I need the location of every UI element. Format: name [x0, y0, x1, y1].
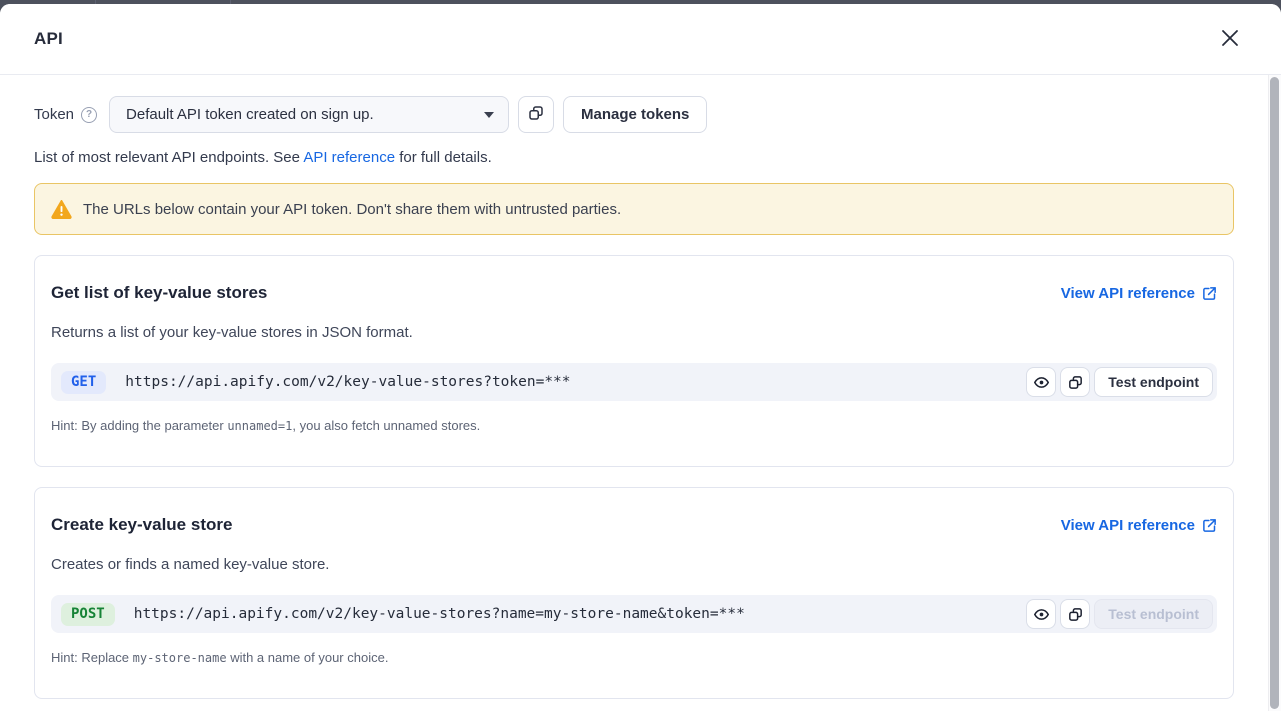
view-api-reference-link[interactable]: View API reference	[1061, 285, 1217, 302]
eye-icon	[1033, 606, 1050, 623]
token-row: Token ? Default API token created on sig…	[34, 96, 1234, 133]
intro-after: for full details.	[395, 149, 492, 166]
hint-prefix: Hint: Replace	[51, 650, 133, 665]
modal-title: API	[34, 29, 63, 49]
hint-prefix: Hint: By adding the parameter	[51, 418, 227, 433]
api-reference-link[interactable]: API reference	[303, 149, 395, 166]
manage-tokens-button[interactable]: Manage tokens	[563, 96, 707, 133]
warning-text: The URLs below contain your API token. D…	[83, 201, 621, 218]
method-badge: GET	[61, 371, 106, 394]
card-head: Create key-value store View API referenc…	[51, 515, 1217, 535]
eye-icon	[1033, 374, 1050, 391]
copy-icon	[1067, 606, 1084, 623]
test-endpoint-button[interactable]: Test endpoint	[1094, 599, 1213, 629]
close-icon	[1221, 29, 1239, 50]
chevron-down-icon	[484, 112, 494, 118]
copy-icon	[1067, 374, 1084, 391]
hint-suffix: , you also fetch unnamed stores.	[292, 418, 480, 433]
view-api-reference-label: View API reference	[1061, 517, 1195, 534]
scrollbar-track[interactable]	[1268, 75, 1281, 711]
hint-suffix: with a name of your choice.	[227, 650, 389, 665]
view-api-reference-link[interactable]: View API reference	[1061, 517, 1217, 534]
endpoint-card-get-list: Get list of key-value stores View API re…	[34, 255, 1234, 467]
endpoint-description: Creates or finds a named key-value store…	[51, 556, 1217, 573]
copy-token-button[interactable]	[518, 96, 554, 133]
endpoint-card-create-store: Create key-value store View API referenc…	[34, 487, 1234, 699]
method-badge: POST	[61, 603, 115, 626]
test-endpoint-button[interactable]: Test endpoint	[1094, 367, 1213, 397]
endpoint-url: https://api.apify.com/v2/key-value-store…	[125, 374, 1026, 390]
endpoint-hint: Hint: Replace my-store-name with a name …	[51, 650, 1217, 665]
endpoint-url-bar: POST https://api.apify.com/v2/key-value-…	[51, 595, 1217, 633]
url-actions: Test endpoint	[1026, 367, 1213, 397]
hint-code: unnamed=1	[227, 419, 292, 433]
token-label: Token	[34, 106, 74, 123]
copy-url-button[interactable]	[1060, 599, 1090, 629]
copy-icon	[527, 104, 545, 125]
warning-icon	[51, 200, 72, 219]
help-icon[interactable]: ?	[81, 107, 97, 123]
endpoint-hint: Hint: By adding the parameter unnamed=1,…	[51, 418, 1217, 433]
modal-body: Token ? Default API token created on sig…	[0, 75, 1281, 711]
endpoint-url-bar: GET https://api.apify.com/v2/key-value-s…	[51, 363, 1217, 401]
endpoint-url: https://api.apify.com/v2/key-value-store…	[134, 606, 1027, 622]
copy-url-button[interactable]	[1060, 367, 1090, 397]
endpoint-title: Create key-value store	[51, 515, 232, 535]
external-link-icon	[1202, 286, 1217, 301]
url-actions: Test endpoint	[1026, 599, 1213, 629]
scrollbar-thumb[interactable]	[1270, 77, 1279, 709]
intro-text: List of most relevant API endpoints. See…	[34, 149, 1234, 166]
close-button[interactable]	[1219, 27, 1241, 52]
external-link-icon	[1202, 518, 1217, 533]
view-api-reference-label: View API reference	[1061, 285, 1195, 302]
hint-code: my-store-name	[133, 651, 227, 665]
endpoint-title: Get list of key-value stores	[51, 283, 267, 303]
api-modal: API Token ? Default API token created on…	[0, 4, 1281, 711]
card-head: Get list of key-value stores View API re…	[51, 283, 1217, 303]
warning-banner: The URLs below contain your API token. D…	[34, 183, 1234, 235]
token-select[interactable]: Default API token created on sign up.	[109, 96, 509, 133]
reveal-token-button[interactable]	[1026, 367, 1056, 397]
modal-header: API	[0, 4, 1281, 75]
reveal-token-button[interactable]	[1026, 599, 1056, 629]
token-select-value: Default API token created on sign up.	[126, 106, 374, 123]
intro-before: List of most relevant API endpoints. See	[34, 149, 303, 166]
endpoint-description: Returns a list of your key-value stores …	[51, 324, 1217, 341]
